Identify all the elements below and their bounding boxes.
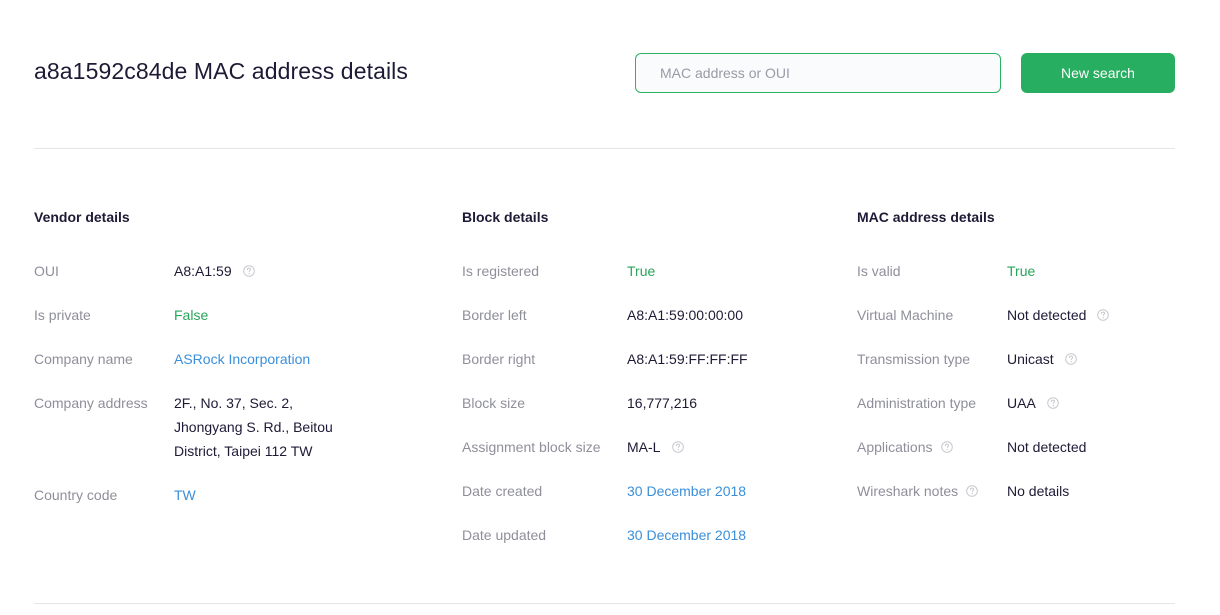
company-address-value: 2F., No. 37, Sec. 2, Jhongyang S. Rd., B… (174, 391, 333, 463)
assignment-block-size-value: MA-L (627, 439, 661, 455)
border-right-row: Border right A8:A1:59:FF:FF:FF (462, 347, 748, 371)
help-icon[interactable] (1065, 353, 1077, 365)
border-left-row: Border left A8:A1:59:00:00:00 (462, 303, 748, 327)
company-name-label: Company name (34, 351, 133, 367)
administration-type-row: Administration type UAA (857, 391, 1109, 415)
date-updated-row: Date updated 30 December 2018 (462, 523, 748, 547)
transmission-type-value: Unicast (1007, 351, 1054, 367)
wireshark-notes-label-wrap: Wireshark notes (857, 479, 1007, 503)
is-valid-value: True (1007, 263, 1036, 279)
company-name-link[interactable]: ASRock Incorporation (174, 347, 310, 371)
date-updated-label: Date updated (462, 527, 547, 543)
is-private-value: False (174, 307, 209, 323)
help-icon[interactable] (966, 485, 978, 497)
wireshark-notes-label: Wireshark notes (857, 483, 959, 499)
company-name-row: Company name ASRock Incorporation (34, 347, 333, 371)
oui-value: A8:A1:59 (174, 263, 232, 279)
virtual-machine-value-wrap: Not detected (1007, 303, 1109, 327)
assignment-block-size-value-wrap: MA-L (627, 435, 684, 459)
wireshark-notes-row: Wireshark notes No details (857, 479, 1109, 503)
border-right-label: Border right (462, 351, 536, 367)
oui-label: OUI (34, 263, 59, 279)
border-left-label: Border left (462, 307, 527, 323)
address-line: 2F., No. 37, Sec. 2, (174, 395, 294, 411)
mac-search-input[interactable] (635, 53, 1001, 93)
block-size-row: Block size 16,777,216 (462, 391, 748, 415)
help-icon[interactable] (1097, 309, 1109, 321)
administration-type-label: Administration type (857, 395, 977, 411)
is-private-row: Is private False (34, 303, 333, 327)
is-registered-value: True (627, 263, 656, 279)
block-size-value: 16,777,216 (627, 395, 698, 411)
company-address-label: Company address (34, 395, 148, 411)
new-search-button[interactable]: New search (1021, 53, 1175, 93)
administration-type-value: UAA (1007, 395, 1036, 411)
wireshark-notes-value: No details (1007, 483, 1070, 499)
assignment-block-size-label: Assignment block size (462, 439, 601, 455)
country-code-label: Country code (34, 487, 118, 503)
is-private-label: Is private (34, 307, 91, 323)
transmission-type-label: Transmission type (857, 351, 971, 367)
border-left-value: A8:A1:59:00:00:00 (627, 307, 743, 323)
vendor-details-section: Vendor details OUI A8:A1:59 Is private F… (34, 209, 333, 507)
mac-details-section: MAC address details Is valid True Virtua… (857, 209, 1109, 503)
help-icon[interactable] (941, 441, 953, 453)
block-details-title: Block details (462, 209, 549, 225)
administration-type-value-wrap: UAA (1007, 391, 1059, 415)
address-line: District, Taipei 112 TW (174, 443, 313, 459)
assignment-block-size-row: Assignment block size MA-L (462, 435, 748, 459)
address-line: Jhongyang S. Rd., Beitou (174, 419, 333, 435)
date-created-row: Date created 30 December 2018 (462, 479, 748, 503)
header-divider (34, 148, 1175, 149)
transmission-type-row: Transmission type Unicast (857, 347, 1109, 371)
virtual-machine-label: Virtual Machine (857, 307, 954, 323)
applications-row: Applications Not detected (857, 435, 1109, 459)
applications-label: Applications (857, 439, 933, 455)
company-address-row: Company address 2F., No. 37, Sec. 2, Jho… (34, 391, 333, 463)
is-registered-label: Is registered (462, 263, 540, 279)
date-created-link[interactable]: 30 December 2018 (627, 479, 746, 503)
country-code-link[interactable]: TW (174, 483, 196, 507)
vendor-details-title: Vendor details (34, 209, 130, 225)
is-registered-row: Is registered True (462, 259, 748, 283)
help-icon[interactable] (672, 441, 684, 453)
oui-value-wrap: A8:A1:59 (174, 259, 255, 283)
block-details-section: Block details Is registered True Border … (462, 209, 748, 547)
page-title: a8a1592c84de MAC address details (34, 58, 408, 84)
applications-value: Not detected (1007, 439, 1087, 455)
mac-details-title: MAC address details (857, 209, 995, 225)
country-code-row: Country code TW (34, 483, 333, 507)
footer-divider (34, 603, 1175, 604)
is-valid-label: Is valid (857, 263, 901, 279)
block-size-label: Block size (462, 395, 526, 411)
help-icon[interactable] (1047, 397, 1059, 409)
is-valid-row: Is valid True (857, 259, 1109, 283)
virtual-machine-value: Not detected (1007, 307, 1087, 323)
help-icon[interactable] (243, 265, 255, 277)
transmission-type-value-wrap: Unicast (1007, 347, 1077, 371)
date-updated-link[interactable]: 30 December 2018 (627, 523, 746, 547)
border-right-value: A8:A1:59:FF:FF:FF (627, 351, 748, 367)
virtual-machine-row: Virtual Machine Not detected (857, 303, 1109, 327)
oui-row: OUI A8:A1:59 (34, 259, 333, 283)
applications-label-wrap: Applications (857, 435, 1007, 459)
date-created-label: Date created (462, 483, 543, 499)
